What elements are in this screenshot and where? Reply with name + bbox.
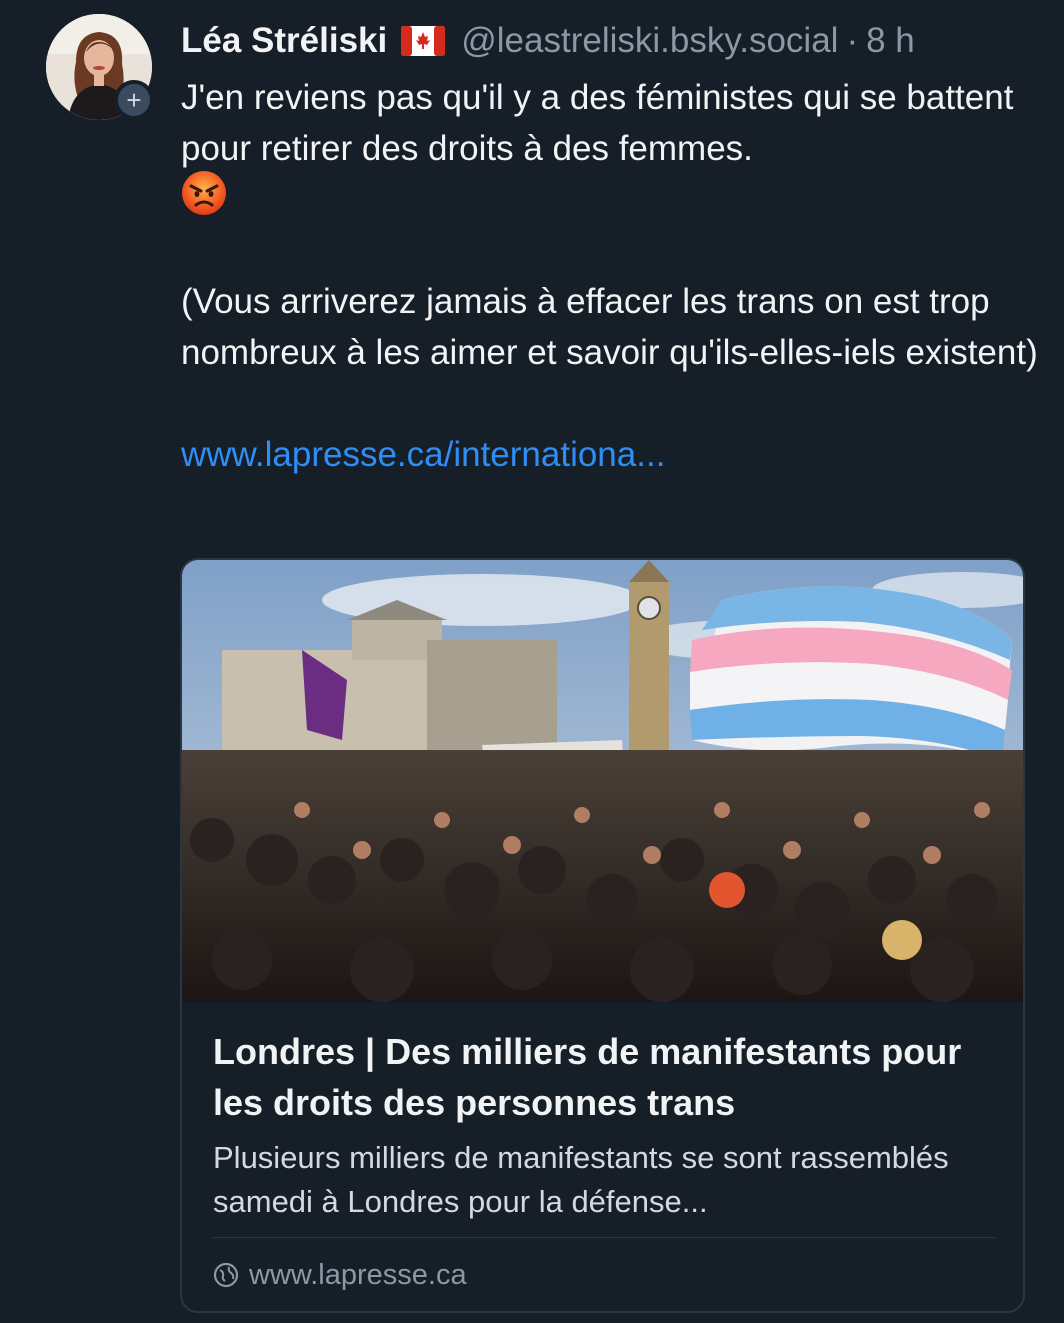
avatar-container: + xyxy=(46,14,156,124)
card-divider xyxy=(213,1237,995,1238)
card-domain-row: www.lapresse.ca xyxy=(213,1257,467,1293)
post-text-paragraph-2: (Vous arriverez jamais à effacer les tra… xyxy=(181,282,1038,372)
card-image xyxy=(182,560,1023,1002)
post-text-paragraph-1: J'en reviens pas qu'il y a des féministe… xyxy=(181,78,1014,168)
separator: · xyxy=(846,21,859,60)
angry-face-icon xyxy=(181,170,227,230)
author-name[interactable]: Léa Stréliski xyxy=(181,21,387,61)
emoji-line xyxy=(181,170,1041,225)
post-time[interactable]: 8 h xyxy=(866,21,915,61)
card-title[interactable]: Londres | Des milliers de manifestants p… xyxy=(213,1026,993,1128)
post-body: J'en reviens pas qu'il y a des féministe… xyxy=(181,72,1041,480)
card-description: Plusieurs milliers de manifestants se so… xyxy=(213,1140,949,1219)
link-preview-card[interactable]: Londres | Des milliers de manifestants p… xyxy=(180,558,1025,1313)
author-handle[interactable]: @leastreliski.bsky.social xyxy=(461,21,838,61)
card-domain: www.lapresse.ca xyxy=(249,1258,467,1291)
follow-button[interactable]: + xyxy=(114,80,154,120)
plus-icon: + xyxy=(126,85,142,115)
post-link[interactable]: www.lapresse.ca/internationa... xyxy=(181,435,665,474)
globe-icon xyxy=(213,1262,239,1288)
canada-flag-icon xyxy=(401,26,446,56)
post-header: Léa Stréliski @leastreliski.bsky.social … xyxy=(181,18,915,64)
post[interactable]: + Léa Stréliski @leastreliski.bsky.socia… xyxy=(0,0,1064,1323)
